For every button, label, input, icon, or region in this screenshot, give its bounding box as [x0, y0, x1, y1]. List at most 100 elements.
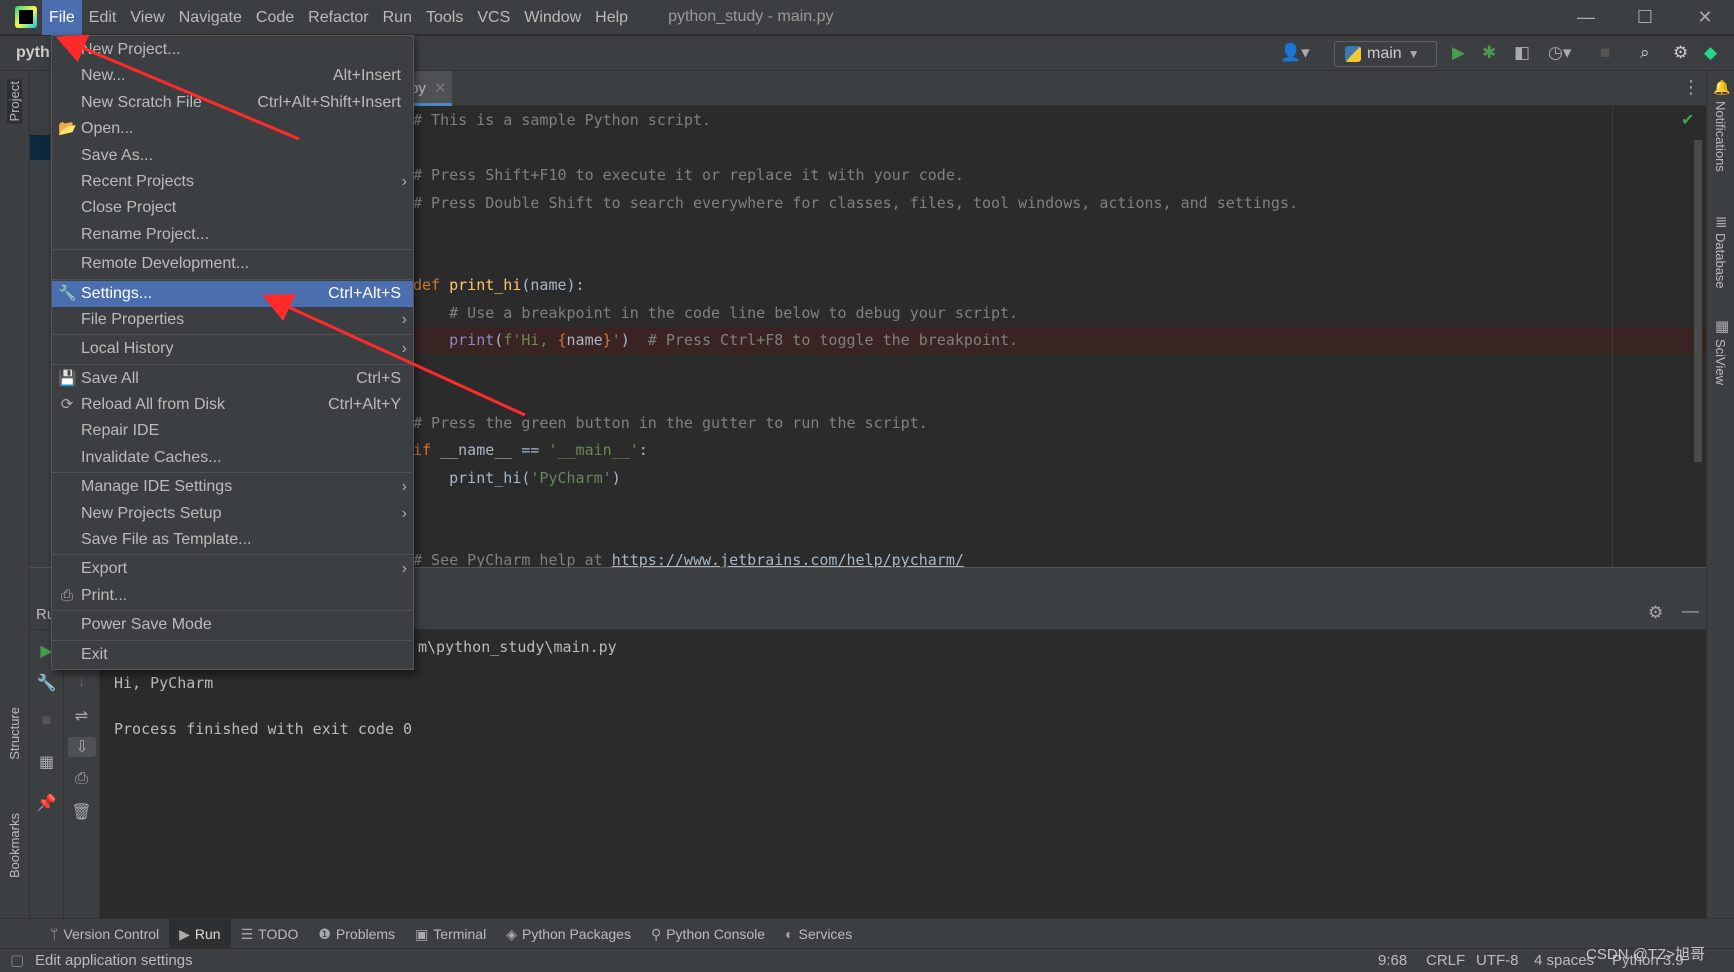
code-token: print_hi(: [413, 468, 531, 487]
close-tab-icon[interactable]: ✕: [434, 80, 447, 97]
project-tree-selected-row[interactable]: [30, 135, 50, 160]
code-editor[interactable]: # This is a sample Python script. # Press…: [410, 106, 1706, 569]
pin-icon[interactable]: 📌: [30, 793, 63, 813]
menu-code[interactable]: Code: [249, 0, 301, 35]
tool-tab-python-packages[interactable]: ◈ Python Packages: [496, 919, 641, 949]
no-problems-check-icon[interactable]: ✔: [1681, 110, 1694, 130]
sciview-tool-button[interactable]: SciView: [1713, 339, 1728, 385]
menu-vcs[interactable]: VCS: [470, 0, 517, 35]
minimize-button[interactable]: —: [1557, 0, 1615, 35]
vcs-user-icon[interactable]: 👤▾: [1280, 43, 1310, 63]
coverage-icon[interactable]: ◧: [1514, 43, 1530, 63]
caret-position[interactable]: 9:68: [1378, 949, 1407, 972]
menu-item-export[interactable]: Export ›: [52, 556, 413, 582]
menu-item-print[interactable]: ⎙ Print...: [52, 583, 413, 609]
project-tool-button[interactable]: Project: [7, 79, 22, 124]
wrench-icon[interactable]: 🔧: [30, 673, 63, 693]
menu-edit[interactable]: Edit: [82, 0, 124, 35]
structure-tool-button[interactable]: Structure: [7, 707, 22, 760]
run-icon[interactable]: ▶: [1452, 43, 1465, 63]
menu-item-recent-projects[interactable]: Recent Projects ›: [52, 169, 413, 195]
print-icon[interactable]: ⎙: [64, 770, 99, 788]
code-token: :: [638, 441, 648, 459]
window-title: python_study - main.py: [668, 8, 834, 25]
code-token: # Press the green button in the gutter t…: [413, 413, 928, 432]
editor-scrollbar[interactable]: [1694, 140, 1702, 462]
menu-item-new-projects-setup[interactable]: New Projects Setup ›: [52, 501, 413, 527]
tool-tab-terminal[interactable]: ▣ Terminal: [405, 919, 496, 949]
down-arrow-icon[interactable]: ↓: [64, 673, 99, 691]
menu-item-shortcut: Ctrl+S: [356, 369, 401, 387]
gear-icon[interactable]: ⚙: [1673, 43, 1688, 63]
gear-icon[interactable]: ⚙: [1648, 603, 1663, 623]
database-icon: ≣: [1715, 214, 1728, 231]
project-name[interactable]: pyth: [16, 44, 50, 62]
menu-help[interactable]: Help: [588, 0, 635, 35]
menu-item-file-properties[interactable]: File Properties ›: [52, 307, 413, 333]
run-config-selector[interactable]: main ▼: [1334, 41, 1437, 67]
menu-item-close-project[interactable]: Close Project: [52, 195, 413, 221]
code-token: # Press Shift+F10 to execute it or repla…: [413, 166, 964, 184]
menu-window[interactable]: Window: [517, 0, 588, 35]
scroll-to-end-icon[interactable]: ⇩: [68, 737, 96, 757]
toggle-tool-windows-icon[interactable]: ▢: [10, 949, 24, 972]
notifications-tool-button[interactable]: Notifications: [1713, 101, 1728, 172]
tool-tab-services[interactable]: ◐ Services: [775, 919, 862, 949]
menu-tools[interactable]: Tools: [419, 0, 470, 35]
menu-item-new-scratch-file[interactable]: New Scratch File Ctrl+Alt+Shift+Insert: [52, 90, 413, 116]
menu-item-repair-ide[interactable]: Repair IDE: [52, 418, 413, 444]
menu-item-rename-project[interactable]: Rename Project...: [52, 222, 413, 248]
reload-icon: ⟳: [60, 396, 74, 414]
menu-item-new-project[interactable]: New Project...: [52, 37, 413, 63]
editor-tab-main-py[interactable]: py ✕: [410, 71, 452, 106]
tool-tab-label: Services: [798, 925, 853, 942]
line-separator[interactable]: CRLF: [1426, 949, 1465, 972]
maximize-button[interactable]: ☐: [1616, 0, 1674, 35]
code-token: name: [566, 331, 603, 349]
menu-item-label: New...: [81, 67, 126, 85]
layout-icon[interactable]: ▦: [30, 752, 63, 772]
tool-tab-run[interactable]: ▶ Run: [169, 918, 231, 949]
menu-item-save-all[interactable]: 💾 Save All Ctrl+S: [52, 366, 413, 392]
menu-item-save-as[interactable]: Save As...: [52, 143, 413, 169]
menu-item-local-history[interactable]: Local History ›: [52, 336, 413, 362]
run-console[interactable]: m\python_study\main.py Hi, PyCharm Proce…: [100, 630, 1706, 918]
stop-icon[interactable]: ■: [30, 712, 63, 730]
menu-view[interactable]: View: [123, 0, 171, 35]
menu-item-exit[interactable]: Exit: [52, 642, 413, 668]
tool-tab-problems[interactable]: ❶ Problems: [308, 919, 405, 949]
close-button[interactable]: ✕: [1676, 0, 1734, 35]
menu-item-manage-ide-settings[interactable]: Manage IDE Settings ›: [52, 474, 413, 500]
chevron-right-icon: ›: [401, 478, 407, 496]
file-encoding[interactable]: UTF-8: [1476, 949, 1519, 972]
menu-item-invalidate-caches[interactable]: Invalidate Caches...: [52, 445, 413, 471]
more-options-icon[interactable]: ⋮: [1682, 77, 1700, 98]
tool-tab-version-control[interactable]: ᛘ Version Control: [40, 919, 169, 949]
trash-icon[interactable]: 🗑: [64, 802, 99, 822]
stop-icon[interactable]: ■: [1600, 43, 1610, 63]
tool-tab-python-console[interactable]: ⚲ Python Console: [641, 919, 775, 949]
hide-panel-icon[interactable]: —: [1682, 601, 1699, 621]
soft-wrap-icon[interactable]: ⇌: [64, 706, 99, 726]
jetbrains-toolbox-icon[interactable]: ◆: [1704, 43, 1717, 63]
menu-item-label: Close Project: [81, 199, 177, 217]
menu-run[interactable]: Run: [376, 0, 419, 35]
menu-item-remote-development[interactable]: Remote Development...: [52, 251, 413, 277]
tool-tab-todo[interactable]: ☰ TODO: [231, 919, 309, 949]
menu-item-label: Invalidate Caches...: [81, 448, 222, 466]
menu-item-open[interactable]: 📂 Open...: [52, 116, 413, 142]
search-icon[interactable]: ⌕: [1640, 43, 1650, 63]
menu-item-reload-all-from-disk[interactable]: ⟳ Reload All from Disk Ctrl+Alt+Y: [52, 392, 413, 418]
menu-item-shortcut: Ctrl+Alt+Y: [328, 396, 401, 414]
menu-file[interactable]: File: [42, 0, 82, 35]
menu-navigate[interactable]: Navigate: [172, 0, 249, 35]
profile-icon[interactable]: ◷▾: [1548, 43, 1571, 63]
bookmarks-tool-button[interactable]: Bookmarks: [7, 813, 22, 878]
menu-item-save-file-as-template[interactable]: Save File as Template...: [52, 527, 413, 553]
menu-item-settings[interactable]: 🔧 Settings... Ctrl+Alt+S: [52, 280, 413, 307]
debug-icon[interactable]: ✱: [1482, 43, 1496, 63]
menu-item-new[interactable]: New... Alt+Insert: [52, 63, 413, 89]
menu-refactor[interactable]: Refactor: [301, 0, 375, 35]
menu-item-power-save-mode[interactable]: Power Save Mode: [52, 612, 413, 638]
database-tool-button[interactable]: Database: [1713, 233, 1728, 289]
